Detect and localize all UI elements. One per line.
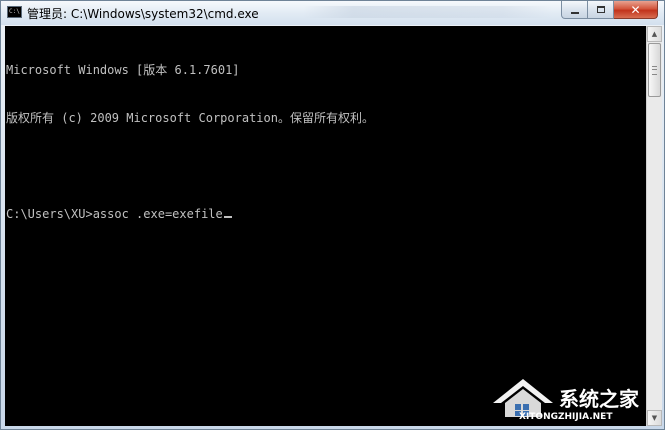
window-title: 管理员: C:\Windows\system32\cmd.exe [27, 7, 259, 21]
console-line-version: Microsoft Windows [版本 6.1.7601] [6, 63, 240, 77]
title-ghost-reflection [303, 6, 553, 18]
console-line-prompt[interactable]: C:\Users\XU>assoc .exe=exefile [6, 206, 374, 222]
minimize-button[interactable] [561, 1, 588, 19]
text-cursor [223, 216, 232, 218]
scroll-up-button[interactable]: ▲ [647, 26, 662, 42]
maximize-button[interactable] [588, 1, 614, 19]
watermark-url: XITONGZHIJIA.NET [519, 412, 613, 422]
console-line-copyright: 版权所有 (c) 2009 Microsoft Corporation。保留所有… [6, 111, 374, 125]
vertical-scrollbar[interactable]: ▲ ▼ [646, 26, 662, 426]
console-output[interactable]: Microsoft Windows [版本 6.1.7601] 版权所有 (c)… [5, 26, 646, 426]
console-lines: Microsoft Windows [版本 6.1.7601] 版权所有 (c)… [6, 30, 374, 254]
watermark-brand: 系统之家 [559, 387, 639, 411]
scroll-thumb[interactable] [648, 43, 661, 97]
title-bar[interactable]: C:\ 管理员: C:\Windows\system32\cmd.exe ✕ [1, 1, 664, 25]
caption-buttons: ✕ [561, 1, 658, 19]
cmd-window: C:\ 管理员: C:\Windows\system32\cmd.exe ✕ M… [0, 0, 665, 430]
watermark: 系统之家 XITONGZHIJIA.NET [489, 373, 661, 429]
close-button[interactable]: ✕ [614, 1, 658, 19]
minimize-icon [570, 11, 579, 14]
prompt-command-text: C:\Users\XU>assoc .exe=exefile [6, 207, 223, 221]
maximize-icon [596, 6, 605, 13]
grip-icon [652, 66, 657, 75]
cmd-icon[interactable]: C:\ [7, 6, 22, 18]
close-icon: ✕ [630, 2, 641, 17]
